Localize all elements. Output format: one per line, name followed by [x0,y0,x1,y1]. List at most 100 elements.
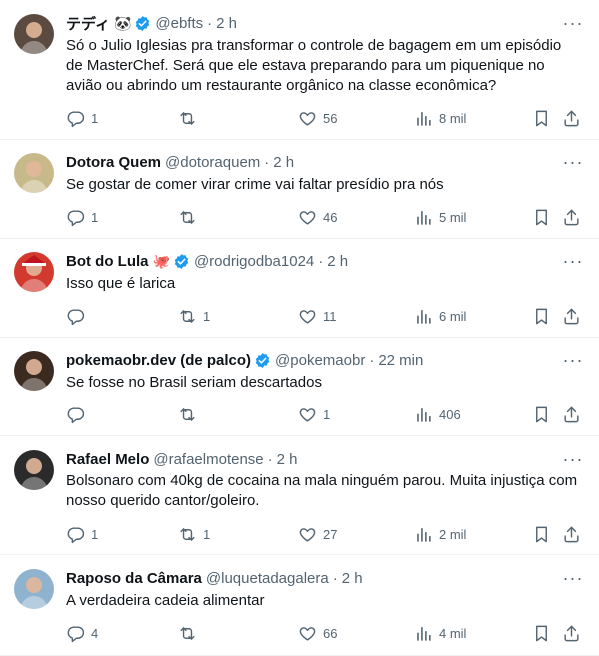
bookmark-button[interactable] [532,403,551,425]
like-button[interactable]: 11 [298,305,337,327]
views-count: 4 mil [439,625,467,641]
tweet-text: Se gostar de comer virar crime vai falta… [66,176,444,193]
user-handle[interactable]: @rodrigodba1024 [194,253,314,270]
views-count: 2 mil [439,526,467,542]
avatar[interactable] [14,14,54,54]
share-icon [562,525,581,544]
more-icon[interactable]: ··· [563,449,583,469]
bookmark-icon [532,624,551,643]
timestamp[interactable]: 2 h [216,15,237,32]
display-name[interactable]: Bot do Lula [66,253,149,270]
reply-count: 1 [91,209,99,225]
bookmark-button[interactable] [532,305,551,327]
reply-button[interactable]: 1 [66,107,98,129]
action-bar: 1 1 27 2 mil [62,523,585,545]
tweet-1[interactable]: テディ 🐼 @ebfts · 2 h ··· Só o Julio Iglesias pra… [0,0,599,140]
user-handle[interactable]: @rafaelmotense [153,451,263,468]
reply-count: 1 [91,110,99,126]
bookmark-icon [532,109,551,128]
bookmark-button[interactable] [532,622,551,644]
like-count: 56 [323,110,338,126]
reply-icon [66,624,85,643]
tweet-6[interactable]: Raposo da Câmara @luquetadagalera · 2 h ··· A… [0,555,599,656]
timestamp[interactable]: 22 min [378,352,423,369]
verified-badge-icon [173,253,190,270]
retweet-button[interactable]: 1 [178,305,210,327]
more-icon[interactable]: ··· [563,251,583,271]
views-count: 5 mil [439,209,467,225]
retweet-button[interactable]: 1 [178,523,210,545]
views-icon [414,624,433,643]
like-button[interactable]: 56 [298,107,337,129]
tweet-5[interactable]: Rafael Melo @rafaelmotense · 2 h ··· Bolsonar… [0,436,599,555]
retweet-button[interactable] [178,107,203,129]
tweet-header: Dotora Quem @dotoraquem · 2 h [66,152,559,172]
retweet-icon [178,208,197,227]
avatar[interactable] [14,450,54,490]
avatar[interactable] [14,252,54,292]
reply-button[interactable] [66,403,91,425]
reply-button[interactable]: 4 [66,622,98,644]
share-button[interactable] [562,107,581,129]
bookmark-button[interactable] [532,206,551,228]
views-button[interactable]: 2 mil [414,523,466,545]
avatar[interactable] [14,569,54,609]
heart-icon [298,109,317,128]
views-button[interactable]: 8 mil [414,107,466,129]
name-emoji: 🐼 [113,15,132,31]
like-count: 1 [323,406,331,422]
views-button[interactable]: 406 [414,403,461,425]
more-icon[interactable]: ··· [563,568,583,588]
user-handle[interactable]: @luquetadagalera [206,570,329,587]
tweet-text: Isso que é larica [66,275,176,292]
bookmark-button[interactable] [532,523,551,545]
more-icon[interactable]: ··· [563,350,583,370]
share-button[interactable] [562,622,581,644]
share-icon [562,208,581,227]
display-name[interactable]: Raposo da Câmara [66,570,202,587]
user-handle[interactable]: @dotoraquem [165,154,260,171]
share-icon [562,624,581,643]
more-icon[interactable]: ··· [563,13,583,33]
retweet-button[interactable] [178,206,203,228]
share-button[interactable] [562,305,581,327]
reply-icon [66,307,85,326]
more-icon[interactable]: ··· [563,152,583,172]
tweet-2[interactable]: Dotora Quem @dotoraquem · 2 h ··· Se gostar d… [0,140,599,239]
display-name[interactable]: テディ [66,13,110,34]
bookmark-button[interactable] [532,107,551,129]
user-handle[interactable]: @ebfts [155,15,203,32]
user-handle[interactable]: @pokemaobr [275,352,365,369]
share-button[interactable] [562,523,581,545]
like-button[interactable]: 46 [298,206,337,228]
display-name[interactable]: Rafael Melo [66,451,149,468]
views-button[interactable]: 6 mil [414,305,466,327]
like-button[interactable]: 1 [298,403,330,425]
views-button[interactable]: 5 mil [414,206,466,228]
tweet-3[interactable]: Bot do Lula 🐙 @rodrigodba1024 · 2 h ··· Isso q… [0,239,599,338]
timestamp[interactable]: 2 h [277,451,298,468]
tweet-4[interactable]: pokemaobr.dev (de palco) @pokemaobr · 22 mi… [0,338,599,436]
reply-button[interactable] [66,305,91,327]
avatar[interactable] [14,351,54,391]
avatar[interactable] [14,153,54,193]
timestamp[interactable]: 2 h [327,253,348,270]
retweet-icon [178,405,197,424]
bookmark-icon [532,208,551,227]
reply-button[interactable]: 1 [66,523,98,545]
action-bar: 1 406 [62,403,585,425]
display-name[interactable]: Dotora Quem [66,154,161,171]
share-icon [562,307,581,326]
retweet-button[interactable] [178,403,203,425]
share-button[interactable] [562,403,581,425]
reply-button[interactable]: 1 [66,206,98,228]
retweet-button[interactable] [178,622,203,644]
share-icon [562,405,581,424]
like-button[interactable]: 27 [298,523,337,545]
share-button[interactable] [562,206,581,228]
views-button[interactable]: 4 mil [414,622,466,644]
timestamp[interactable]: 2 h [273,154,294,171]
display-name[interactable]: pokemaobr.dev (de palco) [66,352,251,369]
timestamp[interactable]: 2 h [342,570,363,587]
like-button[interactable]: 66 [298,622,337,644]
